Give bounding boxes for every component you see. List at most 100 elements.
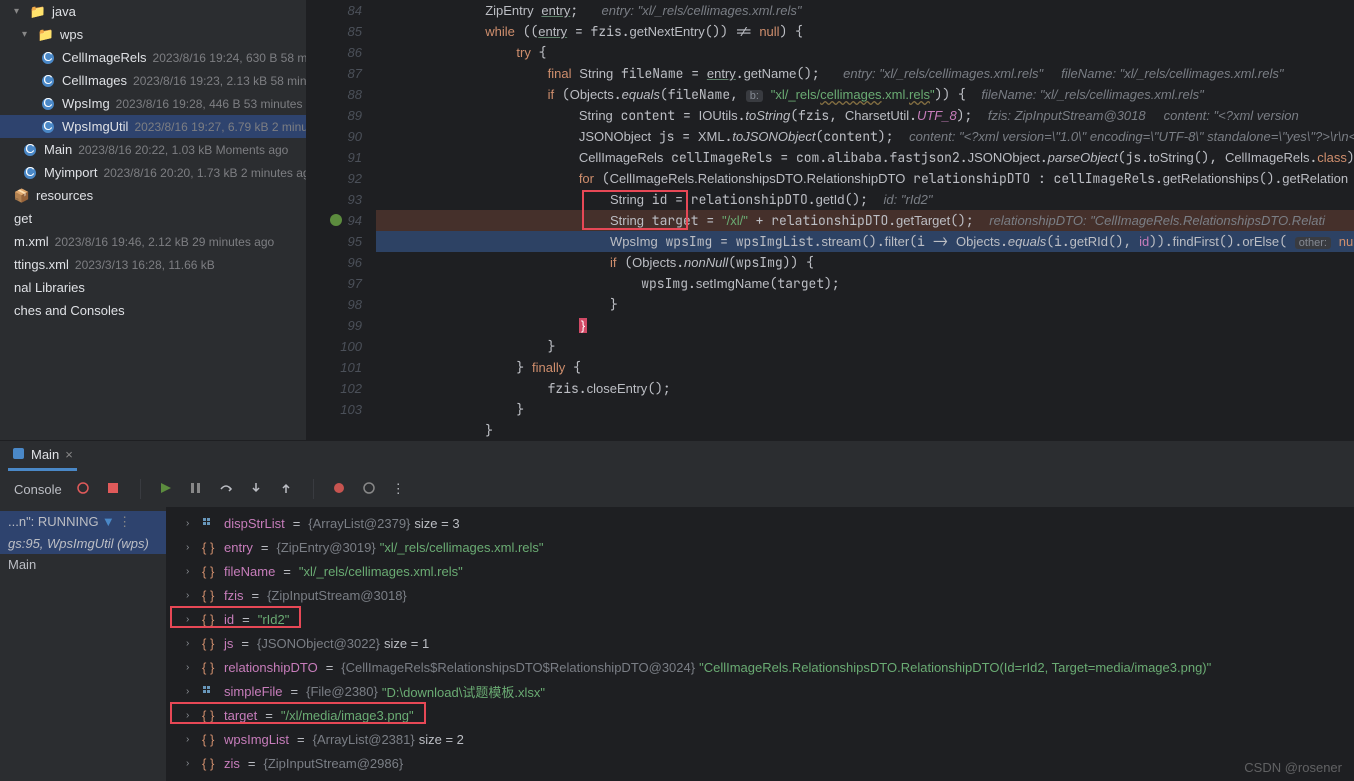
frame-row[interactable]: Main xyxy=(0,554,166,575)
sidebar-item-wps[interactable]: ▾📁wps xyxy=(0,23,306,46)
debug-tabs: Main × xyxy=(0,441,1354,471)
class-icon: C xyxy=(40,119,56,135)
var-type: {ArrayList@2381} xyxy=(313,732,415,747)
sidebar-item-ttingsxml[interactable]: ttings.xml 2023/3/13 16:28, 11.66 kB xyxy=(0,253,306,276)
var-type-icon xyxy=(202,516,220,531)
sidebar-item-myimport[interactable]: CMyimport 2023/8/16 20:20, 1.73 kB 2 min… xyxy=(0,161,306,184)
var-type-icon: { } xyxy=(202,708,220,723)
thread-row[interactable]: ...n": RUNNING ▼ ⋮ xyxy=(0,511,166,533)
sidebar-item-resources[interactable]: 📦resources xyxy=(0,184,306,207)
more-icon[interactable]: ⋮ xyxy=(392,481,408,497)
var-value: size = 3 xyxy=(414,516,459,531)
var-name: entry xyxy=(224,540,253,555)
variable-row[interactable]: ›{ }zis = {ZipInputStream@2986} xyxy=(166,751,1354,775)
folder-icon: 📁 xyxy=(38,27,54,43)
var-name: dispStrList xyxy=(224,516,285,531)
expand-icon[interactable]: › xyxy=(186,590,198,601)
var-type: {ArrayList@2379} xyxy=(308,516,410,531)
step-out-icon[interactable] xyxy=(279,481,295,497)
frame-row[interactable]: gs:95, WpsImgUtil (wps) xyxy=(0,533,166,554)
step-into-icon[interactable] xyxy=(249,481,265,497)
var-type-icon: { } xyxy=(202,564,220,579)
resources-icon: 📦 xyxy=(14,188,30,204)
resume-icon[interactable] xyxy=(159,481,175,497)
gutter[interactable]: 8485868788899091929394959697989910010110… xyxy=(306,0,376,440)
var-type: {File@2380} xyxy=(306,684,378,699)
expand-icon[interactable]: › xyxy=(186,662,198,673)
class-icon: C xyxy=(22,142,38,158)
filter-icon[interactable]: ▼ xyxy=(102,514,115,529)
code-area[interactable]: ZipEntry entry; entry: "xl/_rels/cellima… xyxy=(376,0,1354,440)
frames-panel[interactable]: ...n": RUNNING ▼ ⋮ gs:95, WpsImgUtil (wp… xyxy=(0,507,166,781)
class-icon: C xyxy=(40,96,56,112)
variable-row[interactable]: ›{ }id = "rId2" xyxy=(166,607,1354,631)
sidebar-item-main[interactable]: CMain 2023/8/16 20:22, 1.03 kB Moments a… xyxy=(0,138,306,161)
variable-row[interactable]: ›{ }fileName = "xl/_rels/cellimages.xml.… xyxy=(166,559,1354,583)
var-name: target xyxy=(224,708,257,723)
variable-row[interactable]: ›{ }js = {JSONObject@3022} size = 1 xyxy=(166,631,1354,655)
svg-text:C: C xyxy=(43,120,52,133)
sidebar-item-get[interactable]: get xyxy=(0,207,306,230)
variable-row[interactable]: ›{ }relationshipDTO = {CellImageRels$Rel… xyxy=(166,655,1354,679)
var-name: fileName xyxy=(224,564,275,579)
sidebar-item-wpsimg[interactable]: CWpsImg 2023/8/16 19:28, 446 B 53 minute… xyxy=(0,92,306,115)
var-value: "rId2" xyxy=(258,612,290,627)
variable-row[interactable]: ›{ }target = "/xl/media/image3.png" xyxy=(166,703,1354,727)
var-type-icon: { } xyxy=(202,588,220,603)
sidebar-item-wpsimgutil[interactable]: CWpsImgUtil 2023/8/16 19:27, 6.79 kB 2 m… xyxy=(0,115,306,138)
var-name: simpleFile xyxy=(224,684,283,699)
var-type: {ZipInputStream@2986} xyxy=(263,756,403,771)
expand-icon[interactable]: › xyxy=(186,710,198,721)
sidebar-item-scratches[interactable]: ches and Consoles xyxy=(0,299,306,322)
project-sidebar[interactable]: ▾📁java ▾📁wps CCellImageRels 2023/8/16 19… xyxy=(0,0,306,440)
console-label: Console xyxy=(14,482,62,497)
close-icon[interactable]: × xyxy=(65,447,73,462)
var-value: size = 1 xyxy=(384,636,429,651)
variable-row[interactable]: ›{ }entry = {ZipEntry@3019} "xl/_rels/ce… xyxy=(166,535,1354,559)
variables-panel[interactable]: ›dispStrList = {ArrayList@2379} size = 3… xyxy=(166,507,1354,781)
expand-icon[interactable]: › xyxy=(186,566,198,577)
bug-icon[interactable] xyxy=(76,481,92,497)
variable-row[interactable]: ›simpleFile = {File@2380} "D:\download\试… xyxy=(166,679,1354,703)
var-value: "xl/_rels/cellimages.xml.rels" xyxy=(380,540,544,555)
var-value: "D:\download\试题模板.xlsx" xyxy=(382,682,545,701)
expand-icon[interactable]: › xyxy=(186,542,198,553)
expand-icon[interactable]: › xyxy=(186,638,198,649)
class-icon: C xyxy=(22,165,38,181)
expand-icon[interactable]: › xyxy=(186,686,198,697)
sidebar-item-libraries[interactable]: nal Libraries xyxy=(0,276,306,299)
sidebar-item-cellimages[interactable]: CCellImages 2023/8/16 19:23, 2.13 kB 58 … xyxy=(0,69,306,92)
variable-row[interactable]: ›dispStrList = {ArrayList@2379} size = 3 xyxy=(166,511,1354,535)
pause-icon[interactable] xyxy=(189,481,205,497)
var-type-icon: { } xyxy=(202,660,220,675)
tab-main[interactable]: Main × xyxy=(8,441,77,471)
expand-icon[interactable]: › xyxy=(186,518,198,529)
var-type-icon: { } xyxy=(202,756,220,771)
stop-icon[interactable] xyxy=(106,481,122,497)
var-type: {ZipEntry@3019} xyxy=(277,540,376,555)
sidebar-item-cellimagerels[interactable]: CCellImageRels 2023/8/16 19:24, 630 B 58… xyxy=(0,46,306,69)
var-type: {JSONObject@3022} xyxy=(257,636,380,651)
step-over-icon[interactable] xyxy=(219,481,235,497)
var-type: {ZipInputStream@3018} xyxy=(267,588,407,603)
svg-text:C: C xyxy=(43,97,52,110)
sidebar-item-java[interactable]: ▾📁java xyxy=(0,0,306,23)
var-type-icon: { } xyxy=(202,540,220,555)
svg-text:C: C xyxy=(43,74,52,87)
var-type-icon: { } xyxy=(202,732,220,747)
mute-breakpoints-icon[interactable] xyxy=(362,481,378,497)
breakpoint-icon[interactable] xyxy=(332,481,348,497)
sidebar-item-mxml[interactable]: m.xml 2023/8/16 19:46, 2.12 kB 29 minute… xyxy=(0,230,306,253)
expand-icon[interactable]: › xyxy=(186,758,198,769)
var-name: fzis xyxy=(224,588,244,603)
expand-icon[interactable]: › xyxy=(186,734,198,745)
variable-row[interactable]: ›{ }fzis = {ZipInputStream@3018} xyxy=(166,583,1354,607)
var-name: wpsImgList xyxy=(224,732,289,747)
variable-row[interactable]: ›{ }wpsImgList = {ArrayList@2381} size =… xyxy=(166,727,1354,751)
var-value: size = 2 xyxy=(419,732,464,747)
tab-label: Main xyxy=(31,447,59,462)
var-type: {CellImageRels$RelationshipsDTO$Relation… xyxy=(341,660,695,675)
editor[interactable]: 8485868788899091929394959697989910010110… xyxy=(306,0,1354,440)
var-type-icon xyxy=(202,684,220,699)
expand-icon[interactable]: › xyxy=(186,614,198,625)
